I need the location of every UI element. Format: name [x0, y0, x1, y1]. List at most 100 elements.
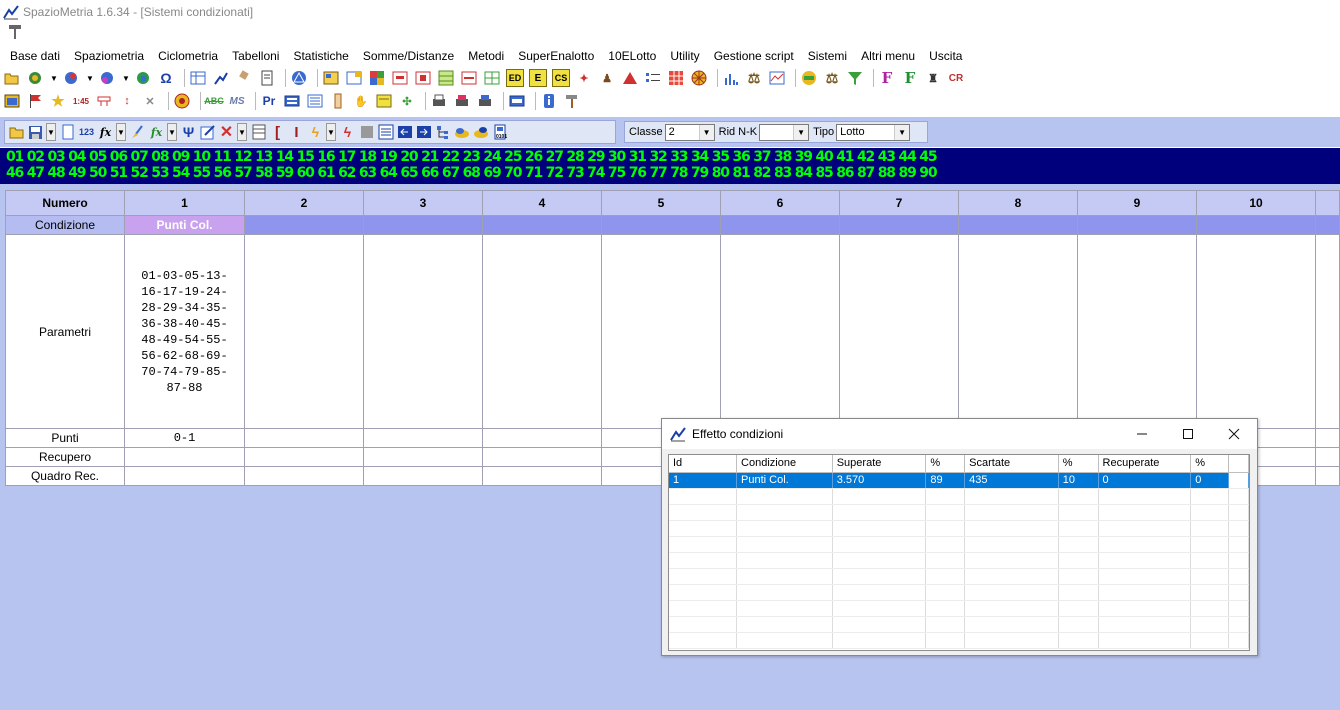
- function-green-icon[interactable]: fx: [148, 123, 165, 141]
- parameters-cell[interactable]: [482, 234, 602, 429]
- open-folder-icon[interactable]: [3, 69, 21, 87]
- numbers-row-2[interactable]: 46 47 48 49 50 51 52 53 54 55 56 57 58 5…: [6, 165, 1340, 181]
- numbers-row-1[interactable]: 01 02 03 04 05 06 07 08 09 10 11 12 13 1…: [6, 149, 1340, 165]
- empty-row[interactable]: [669, 504, 1249, 521]
- lines-blue-icon[interactable]: [377, 123, 394, 141]
- parameters-cell[interactable]: [1196, 234, 1316, 429]
- note-icon[interactable]: [375, 92, 393, 110]
- condition-cell[interactable]: [482, 215, 602, 235]
- empty-row[interactable]: [669, 584, 1249, 601]
- header-percent-superate[interactable]: %: [925, 455, 966, 473]
- menu-somme-distanze[interactable]: Somme/Distanze: [356, 46, 461, 66]
- omega-icon[interactable]: Ω: [157, 69, 175, 87]
- info-icon[interactable]: [540, 92, 558, 110]
- tools-icon[interactable]: ✕: [141, 92, 159, 110]
- menu-utility[interactable]: Utility: [663, 46, 706, 66]
- globe-green-icon[interactable]: [134, 69, 152, 87]
- dialog-title-bar[interactable]: Effetto condizioni: [662, 419, 1257, 449]
- parameters-cell[interactable]: [958, 234, 1078, 429]
- minimize-button[interactable]: [1119, 419, 1165, 449]
- arrow-right-icon[interactable]: [415, 123, 432, 141]
- header-scartate[interactable]: Scartate: [964, 455, 1059, 473]
- new-sheet-icon[interactable]: [59, 123, 76, 141]
- header-percent-recuperate[interactable]: %: [1190, 455, 1230, 473]
- menu-10elotto[interactable]: 10ELotto: [601, 46, 663, 66]
- function-icon[interactable]: fx: [97, 123, 114, 141]
- edit-icon[interactable]: [199, 123, 216, 141]
- circle-badge-icon[interactable]: [173, 92, 191, 110]
- window-edit-icon[interactable]: [345, 69, 363, 87]
- punti-cell[interactable]: [482, 428, 602, 448]
- empty-row[interactable]: [669, 600, 1249, 617]
- hammer-icon[interactable]: [563, 92, 581, 110]
- table-icon[interactable]: [189, 69, 207, 87]
- keyboard-icon[interactable]: [283, 92, 301, 110]
- lightning-icon[interactable]: ϟ: [307, 123, 324, 141]
- menu-uscita[interactable]: Uscita: [922, 46, 969, 66]
- parameters-cell[interactable]: [720, 234, 840, 429]
- ed-icon[interactable]: ED: [506, 69, 524, 87]
- maximize-button[interactable]: [1165, 419, 1211, 449]
- list-icon[interactable]: [644, 69, 662, 87]
- cr-icon[interactable]: CR: [947, 69, 965, 87]
- filter-icon[interactable]: [846, 69, 864, 87]
- lottery-grid-icon[interactable]: [437, 69, 455, 87]
- empty-row[interactable]: [669, 488, 1249, 505]
- binary-file-icon[interactable]: 0101: [491, 123, 508, 141]
- number-selector-band[interactable]: 01 02 03 04 05 06 07 08 09 10 11 12 13 1…: [0, 148, 1340, 184]
- menu-metodi[interactable]: Metodi: [461, 46, 511, 66]
- list-item[interactable]: 1 Punti Col. 3.570 89 435 10 0 0: [669, 472, 1249, 489]
- wheel-icon[interactable]: [690, 69, 708, 87]
- close-button[interactable]: [1211, 419, 1257, 449]
- coins-blue-icon[interactable]: [472, 123, 489, 141]
- chart-pencil-icon[interactable]: [212, 69, 230, 87]
- menu-tabelloni[interactable]: Tabelloni: [225, 46, 286, 66]
- menu-gestione-script[interactable]: Gestione script: [707, 46, 801, 66]
- menu-sistemi[interactable]: Sistemi: [801, 46, 854, 66]
- balance-icon[interactable]: ⚖: [823, 69, 841, 87]
- detective-icon[interactable]: ♜: [924, 69, 942, 87]
- punti-cell-1[interactable]: 0-1: [124, 428, 245, 448]
- menu-altri-menu[interactable]: Altri menu: [854, 46, 922, 66]
- quadro-cell[interactable]: [482, 466, 602, 486]
- condition-cell[interactable]: [601, 215, 721, 235]
- f-purple-icon[interactable]: F: [878, 69, 896, 87]
- magic-wand-icon[interactable]: ✦: [575, 69, 593, 87]
- fork-icon[interactable]: Ψ: [180, 123, 197, 141]
- frame-line-icon[interactable]: [460, 69, 478, 87]
- f-green-icon[interactable]: F: [901, 69, 919, 87]
- condition-cell[interactable]: [1196, 215, 1316, 235]
- keyboard-blue-icon[interactable]: [508, 92, 526, 110]
- quadro-cell[interactable]: [363, 466, 483, 486]
- document-icon[interactable]: [258, 69, 276, 87]
- frame-red-icon[interactable]: [391, 69, 409, 87]
- menu-superenalotto[interactable]: SuperEnalotto: [511, 46, 601, 66]
- tipo-select[interactable]: Lotto ▼: [836, 123, 911, 141]
- condition-cell[interactable]: [839, 215, 959, 235]
- text-cursor-icon[interactable]: I: [288, 123, 305, 141]
- scales-icon[interactable]: ⚖: [745, 69, 763, 87]
- rid-select[interactable]: ▼: [759, 123, 810, 141]
- archive-globe-icon[interactable]: [26, 69, 44, 87]
- pr-icon[interactable]: Pr: [260, 92, 278, 110]
- download-globe-icon[interactable]: [98, 69, 116, 87]
- strikethrough-icon[interactable]: ABC: [204, 92, 224, 110]
- column-header-3[interactable]: 3: [363, 190, 483, 216]
- ms-icon[interactable]: MS: [228, 92, 246, 110]
- condition-cell-1[interactable]: Punti Col.: [124, 215, 245, 235]
- recupero-cell[interactable]: [363, 447, 483, 467]
- brush-icon[interactable]: [235, 69, 253, 87]
- column-header-8[interactable]: 8: [958, 190, 1078, 216]
- parameters-cell-1[interactable]: 01-03-05-13- 16-17-19-24- 28-29-34-35- 3…: [124, 234, 245, 429]
- chevron-down-icon[interactable]: ▼: [698, 124, 714, 140]
- condition-cell[interactable]: [958, 215, 1078, 235]
- chevron-down-icon[interactable]: ▼: [237, 123, 247, 141]
- chevron-down-icon[interactable]: ▼: [894, 124, 910, 140]
- compare-icon[interactable]: [800, 69, 818, 87]
- chevron-down-icon[interactable]: ▼: [167, 123, 177, 141]
- calendar-icon[interactable]: [3, 92, 21, 110]
- grid-yellow-icon[interactable]: [322, 69, 340, 87]
- column-icon[interactable]: [329, 92, 347, 110]
- chevron-down-icon[interactable]: ▼: [85, 69, 95, 87]
- column-header-9[interactable]: 9: [1077, 190, 1197, 216]
